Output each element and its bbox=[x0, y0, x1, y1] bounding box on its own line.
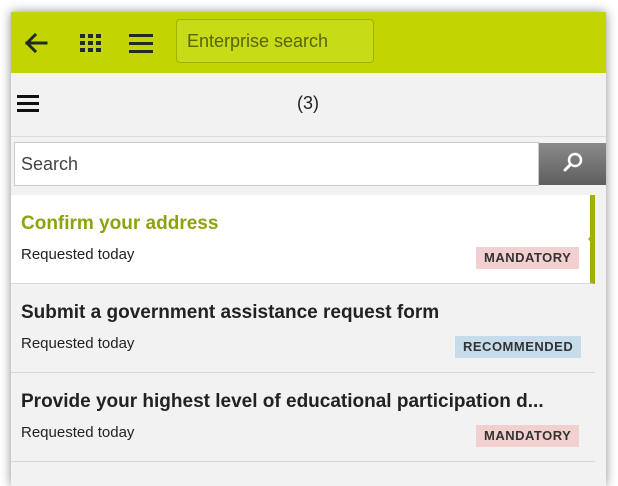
list-toolbar: (3) bbox=[11, 73, 606, 137]
task-item[interactable]: Confirm your address Requested today MAN… bbox=[11, 195, 595, 284]
back-arrow-icon[interactable] bbox=[23, 30, 49, 56]
task-requested: Requested today bbox=[21, 424, 135, 441]
hamburger-icon[interactable] bbox=[17, 93, 41, 117]
task-requested: Requested today bbox=[21, 246, 135, 263]
search-icon bbox=[562, 151, 584, 178]
task-title: Confirm your address bbox=[21, 213, 219, 234]
enterprise-search-input[interactable]: Enterprise search bbox=[176, 19, 374, 63]
status-badge: MANDATORY bbox=[476, 247, 580, 269]
search-button[interactable] bbox=[539, 143, 606, 185]
top-bar: Enterprise search bbox=[11, 12, 606, 73]
task-count: (3) bbox=[297, 93, 319, 113]
task-title: Submit a government assistance request f… bbox=[21, 302, 440, 323]
apps-grid-icon[interactable] bbox=[78, 30, 104, 56]
task-item[interactable]: Submit a government assistance request f… bbox=[11, 284, 595, 373]
task-list: Confirm your address Requested today MAN… bbox=[11, 195, 595, 462]
search-input[interactable]: Search bbox=[14, 142, 539, 186]
task-requested: Requested today bbox=[21, 335, 135, 352]
selected-indicator bbox=[588, 231, 595, 247]
menu-icon[interactable] bbox=[128, 30, 154, 56]
task-item[interactable]: Provide your highest level of educationa… bbox=[11, 373, 595, 462]
status-badge: RECOMMENDED bbox=[455, 336, 582, 358]
status-badge: MANDATORY bbox=[476, 425, 580, 447]
task-title: Provide your highest level of educationa… bbox=[21, 391, 544, 412]
search-row: Search bbox=[11, 142, 606, 188]
app-frame: Enterprise search (3) Search Confirm you… bbox=[11, 12, 606, 486]
